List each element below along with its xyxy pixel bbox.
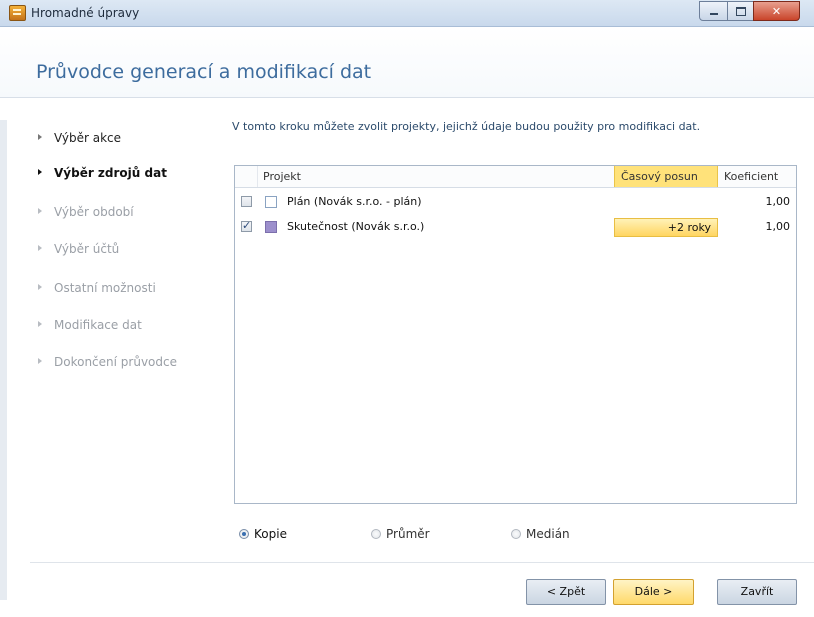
close-button[interactable]: Zavřít <box>717 579 797 605</box>
maximize-icon <box>736 6 746 16</box>
column-header-time-shift[interactable]: Časový posun <box>614 166 718 187</box>
table-row[interactable]: Skutečnost (Novák s.r.o.) +2 roky 1,00 <box>235 218 796 237</box>
minimize-button[interactable] <box>699 1 729 21</box>
app-icon <box>9 5 26 21</box>
step-label: Výběr období <box>54 205 134 219</box>
column-header-project[interactable]: Projekt <box>263 166 301 187</box>
step-arrow-icon <box>38 245 42 251</box>
step-label: Modifikace dat <box>54 318 142 332</box>
step-label: Výběr zdrojů dat <box>54 166 167 180</box>
color-swatch-icon <box>265 221 277 233</box>
window-border <box>0 120 7 600</box>
projects-grid[interactable]: Projekt Časový posun Koeficient Plán (No… <box>234 165 797 504</box>
step-arrow-icon <box>38 321 42 327</box>
step-label: Dokončení průvodce <box>54 355 177 369</box>
radio-icon[interactable] <box>371 529 381 539</box>
wizard-header: Průvodce generací a modifikací dat <box>0 27 814 98</box>
radio-label: Medián <box>526 527 570 541</box>
color-swatch-icon <box>265 196 277 208</box>
step-arrow-icon <box>38 284 42 290</box>
title-bar[interactable]: Hromadné úpravy ✕ <box>0 0 814 27</box>
table-row[interactable]: Plán (Novák s.r.o. - plán) 1,00 <box>235 193 796 212</box>
step-label: Ostatní možnosti <box>54 281 156 295</box>
step-arrow-icon <box>38 169 42 175</box>
footer-divider <box>30 562 814 563</box>
maximize-button[interactable] <box>727 1 755 21</box>
radio-icon[interactable] <box>511 529 521 539</box>
step-label: Výběr akce <box>54 131 122 145</box>
instruction-text: V tomto kroku můžete zvolit projekty, je… <box>232 120 701 133</box>
select-column-header[interactable] <box>235 166 258 187</box>
radio-icon[interactable] <box>239 529 249 539</box>
back-button[interactable]: < Zpět <box>526 579 606 605</box>
step-arrow-icon <box>38 208 42 214</box>
step-arrow-icon <box>38 134 42 140</box>
step-arrow-icon <box>38 358 42 364</box>
project-name: Plán (Novák s.r.o. - plán) <box>287 195 422 208</box>
page-title: Průvodce generací a modifikací dat <box>36 61 372 83</box>
time-shift-cell[interactable]: +2 roky <box>614 218 718 237</box>
project-name: Skutečnost (Novák s.r.o.) <box>287 220 425 233</box>
close-icon: ✕ <box>771 4 782 18</box>
radio-label: Kopie <box>254 527 287 541</box>
row-checkbox[interactable] <box>241 196 252 207</box>
row-checkbox[interactable] <box>241 219 252 232</box>
close-window-button[interactable]: ✕ <box>753 1 800 21</box>
grid-header: Projekt Časový posun Koeficient <box>235 166 796 188</box>
window-title: Hromadné úpravy <box>31 6 140 20</box>
column-header-coefficient[interactable]: Koeficient <box>724 166 778 187</box>
next-button[interactable]: Dále > <box>613 579 694 605</box>
coefficient-cell[interactable]: 1,00 <box>766 195 791 208</box>
coefficient-cell[interactable]: 1,00 <box>766 220 791 233</box>
minimize-icon <box>710 13 718 15</box>
radio-label: Průměr <box>386 527 430 541</box>
step-label: Výběr účtů <box>54 242 120 256</box>
